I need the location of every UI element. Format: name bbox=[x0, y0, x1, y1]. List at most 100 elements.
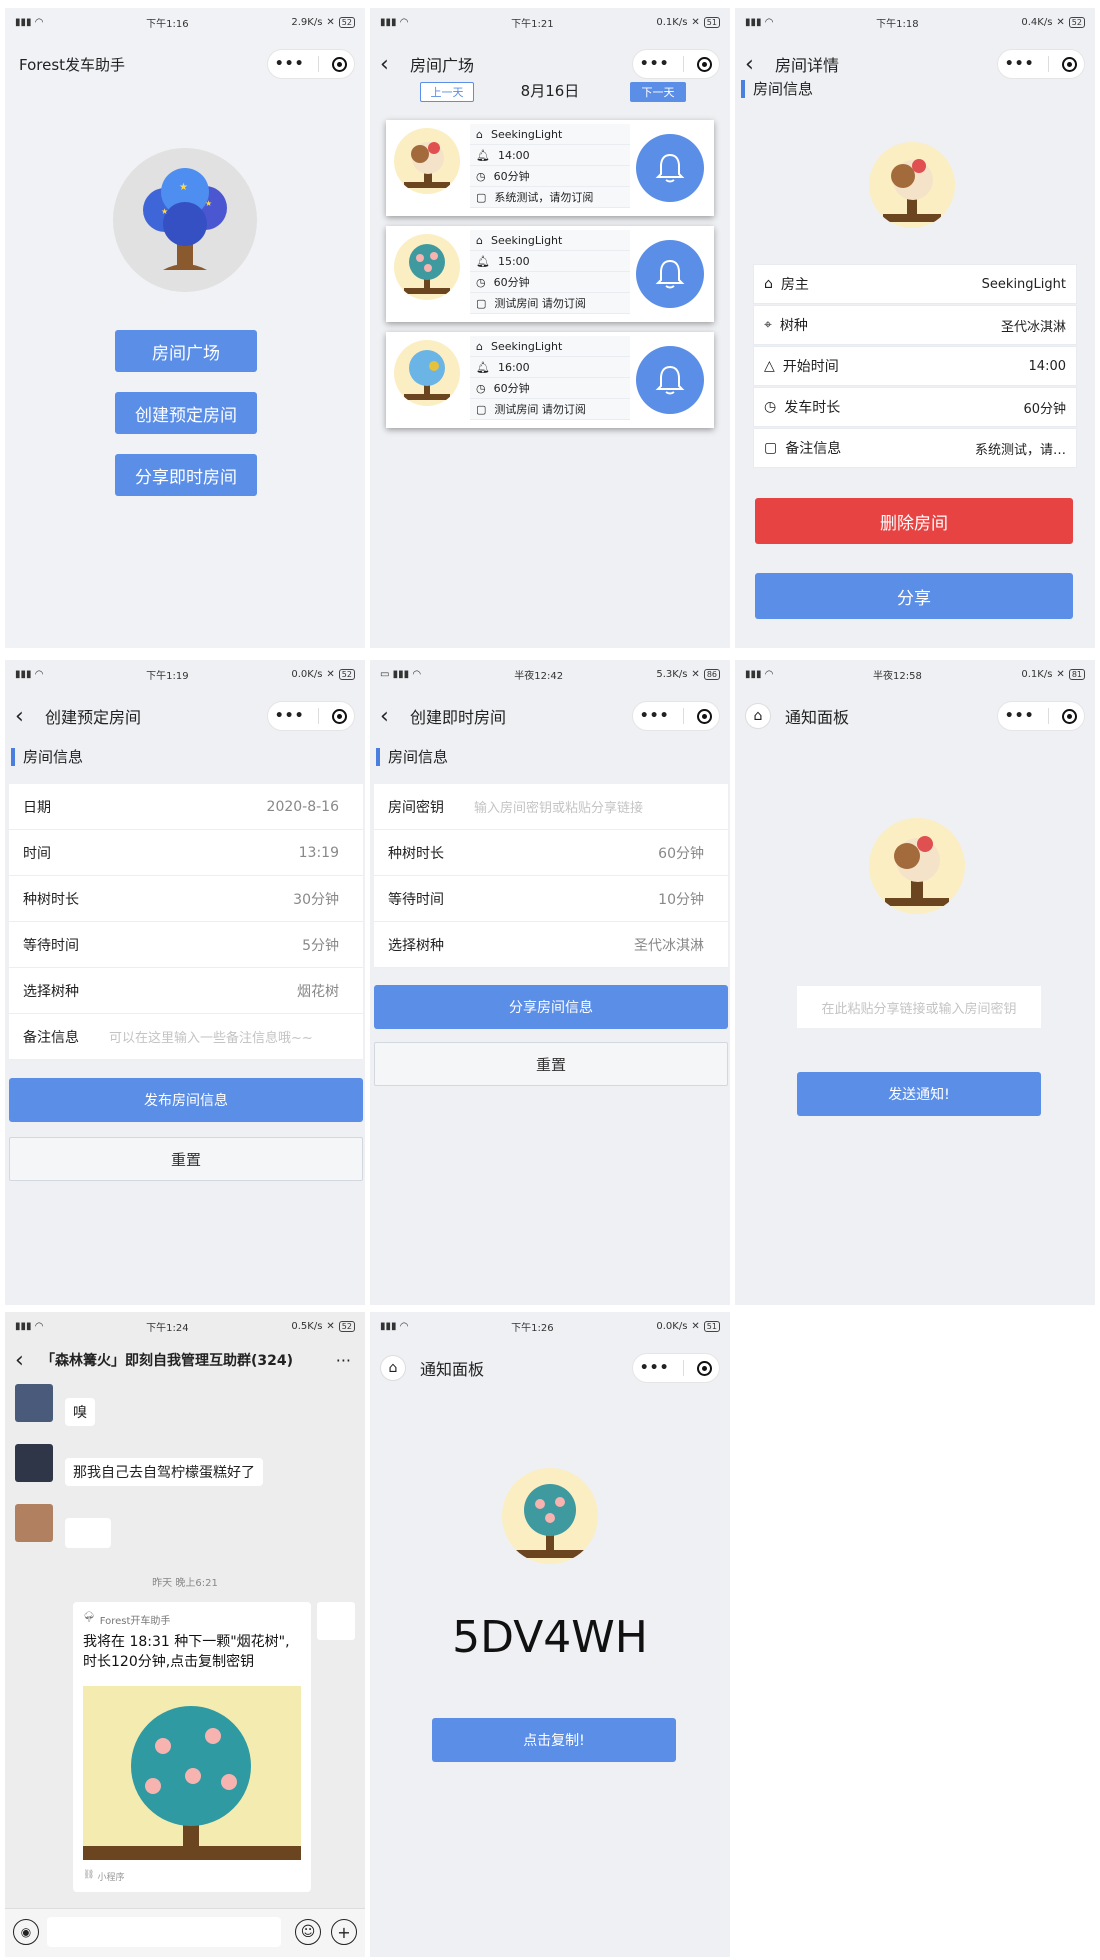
back-icon[interactable]: ‹ bbox=[380, 52, 404, 77]
more-icon[interactable]: ••• bbox=[275, 708, 305, 724]
capsule-menu[interactable]: ••• bbox=[267, 701, 355, 731]
share-button[interactable]: 分享 bbox=[755, 573, 1073, 619]
duration-picker[interactable]: 种树时长 60分钟 bbox=[374, 830, 728, 876]
home-icon[interactable]: ⌂ bbox=[745, 703, 771, 729]
subscribe-button[interactable] bbox=[636, 134, 704, 202]
section-title: 房间信息 bbox=[376, 748, 448, 766]
signal-icon: ▮▮▮ ◠ bbox=[15, 668, 44, 680]
detail-list: ⌂ 房主 SeekingLight ⌖ 树种 圣代冰淇淋 △ 开始时间 14:00 ◷ 发车时… bbox=[735, 264, 1095, 469]
capsule-menu[interactable]: ••• bbox=[997, 49, 1085, 79]
reset-button[interactable]: 重置 bbox=[374, 1042, 728, 1086]
room-card[interactable]: ⌂ SeekingLight 🔔︎ 16:00 ◷ 60分钟 ▢ 测试房间 请勿订阅 bbox=[386, 332, 714, 428]
room-owner-row: ⌂ SeekingLight bbox=[470, 230, 630, 251]
back-icon[interactable]: ‹ bbox=[15, 704, 39, 729]
create-scheduled-room-button[interactable]: 创建预定房间 bbox=[115, 392, 257, 434]
room-key-input[interactable]: 输入房间密钥或粘贴分享链接 bbox=[474, 797, 704, 816]
close-mini-icon[interactable] bbox=[697, 708, 713, 724]
detail-row-start: △ 开始时间 14:00 bbox=[753, 346, 1077, 386]
card-footer-label: 小程序 bbox=[97, 1873, 125, 1883]
panel-room-detail: ▮▮▮ ◠ 下午1:18 0.4K/s ✕ 52 ‹ 房间详情 ••• 房间信息… bbox=[735, 8, 1095, 648]
room-note: 系统测试，请勿订阅 bbox=[494, 191, 594, 204]
wait-time-picker[interactable]: 等待时间 10分钟 bbox=[374, 876, 728, 922]
close-mini-icon[interactable] bbox=[1062, 708, 1078, 724]
back-icon[interactable]: ‹ bbox=[380, 704, 404, 729]
close-mini-icon[interactable] bbox=[332, 708, 348, 724]
subscribe-button[interactable] bbox=[636, 240, 704, 308]
row-label: 开始时间 bbox=[782, 359, 839, 375]
wait-time-picker[interactable]: 等待时间 5分钟 bbox=[9, 922, 363, 968]
room-key-input[interactable]: 在此粘贴分享链接或输入房间密钥 bbox=[797, 986, 1041, 1028]
prev-day-button[interactable]: 上一天 bbox=[420, 82, 474, 102]
next-day-button[interactable]: 下一天 bbox=[630, 82, 686, 102]
send-notification-button[interactable]: 发送通知! bbox=[797, 1072, 1041, 1116]
message-input[interactable] bbox=[47, 1917, 281, 1947]
field-label: 等待时间 bbox=[23, 937, 79, 954]
nav-bar: ‹ 创建预定房间 ••• bbox=[5, 688, 365, 744]
status-bar: ▮▮▮ ◠ 下午1:19 0.0K/s ✕ 52 bbox=[5, 660, 365, 688]
more-icon[interactable]: ··· bbox=[336, 1351, 351, 1370]
back-icon[interactable]: ‹ bbox=[745, 52, 769, 77]
reset-button[interactable]: 重置 bbox=[9, 1137, 363, 1181]
home-icon: ⌂ bbox=[764, 276, 773, 292]
room-info: ⌂ SeekingLight 🔔︎ 16:00 ◷ 60分钟 ▢ 测试房间 请勿订阅 bbox=[470, 336, 630, 420]
tree-picker[interactable]: 选择树种 圣代冰淇淋 bbox=[374, 922, 728, 968]
room-card[interactable]: ⌂ SeekingLight 🔔︎ 14:00 ◷ 60分钟 ▢ 系统测试，请勿订阅 bbox=[386, 120, 714, 216]
delete-room-button[interactable]: 删除房间 bbox=[755, 498, 1073, 544]
note-field[interactable]: 备注信息 可以在这里输入一些备注信息哦~~ bbox=[9, 1014, 363, 1060]
more-icon[interactable]: ••• bbox=[640, 708, 670, 724]
note-input[interactable]: 可以在这里输入一些备注信息哦~~ bbox=[109, 1027, 339, 1046]
close-mini-icon[interactable] bbox=[332, 56, 348, 72]
subscribe-button[interactable] bbox=[636, 346, 704, 414]
plus-icon[interactable]: + bbox=[331, 1919, 357, 1945]
room-owner-row: ⌂ SeekingLight bbox=[470, 336, 630, 357]
room-info: ⌂ SeekingLight 🔔︎ 14:00 ◷ 60分钟 ▢ 系统测试，请勿订阅 bbox=[470, 124, 630, 208]
more-icon[interactable]: ••• bbox=[640, 1360, 670, 1376]
date-picker[interactable]: 日期 2020-8-16 bbox=[9, 784, 363, 830]
status-bar: ▮▮▮ ◠ 下午1:18 0.4K/s ✕ 52 bbox=[735, 8, 1095, 36]
card-text: 我将在 18:31 种下一颗"烟花树",时长120分钟,点击复制密钥 bbox=[83, 1634, 290, 1670]
more-icon[interactable]: ••• bbox=[640, 56, 670, 72]
room-card[interactable]: ⌂ SeekingLight 🔔︎ 15:00 ◷ 60分钟 ▢ 测试房间 请勿订阅 bbox=[386, 226, 714, 322]
close-mini-icon[interactable] bbox=[1062, 56, 1078, 72]
room-note: 测试房间 请勿订阅 bbox=[494, 403, 586, 416]
tag-icon: ⌖ bbox=[764, 317, 772, 333]
room-owner: SeekingLight bbox=[490, 127, 563, 141]
duration-picker[interactable]: 种树时长 30分钟 bbox=[9, 876, 363, 922]
close-mini-icon[interactable] bbox=[697, 56, 713, 72]
share-room-info-button[interactable]: 分享房间信息 bbox=[374, 985, 728, 1029]
more-icon[interactable]: ••• bbox=[1005, 56, 1035, 72]
back-icon[interactable]: ‹ bbox=[15, 1348, 39, 1373]
battery-icon: 86 bbox=[703, 668, 720, 680]
capsule-menu[interactable]: ••• bbox=[632, 701, 720, 731]
capsule-menu[interactable]: ••• bbox=[267, 49, 355, 79]
more-icon[interactable]: ••• bbox=[1005, 708, 1035, 724]
voice-icon[interactable]: ◉ bbox=[13, 1919, 39, 1945]
more-icon[interactable]: ••• bbox=[275, 56, 305, 72]
capsule-menu[interactable]: ••• bbox=[632, 1353, 720, 1383]
room-key-field[interactable]: 房间密钥 输入房间密钥或粘贴分享链接 bbox=[374, 784, 728, 830]
tree-picker[interactable]: 选择树种 烟花树 bbox=[9, 968, 363, 1014]
room-note-row: ▢ 系统测试，请勿订阅 bbox=[470, 187, 630, 208]
room-duration-row: ◷ 60分钟 bbox=[470, 272, 630, 293]
field-label: 种树时长 bbox=[388, 845, 444, 862]
detail-row-duration: ◷ 发车时长 60分钟 bbox=[753, 387, 1077, 427]
capsule-menu[interactable]: ••• bbox=[632, 49, 720, 79]
room-time: 14:00 bbox=[497, 148, 530, 162]
close-mini-icon[interactable] bbox=[697, 1360, 713, 1376]
signal-icon: ▮▮▮ ◠ bbox=[15, 16, 44, 28]
field-value: 烟花树 bbox=[297, 983, 339, 1000]
copy-button[interactable]: 点击复制! bbox=[432, 1718, 676, 1762]
share-instant-room-button[interactable]: 分享即时房间 bbox=[115, 454, 257, 496]
mini-program-card[interactable]: 🌳︎ Forest开车助手 我将在 18:31 种下一颗"烟花树",时长120分钟… bbox=[73, 1602, 311, 1892]
room-duration-row: ◷ 60分钟 bbox=[470, 166, 630, 187]
time-picker[interactable]: 时间 13:19 bbox=[9, 830, 363, 876]
room-plaza-button[interactable]: 房间广场 bbox=[115, 330, 257, 372]
status-speed: 0.1K/s bbox=[656, 16, 688, 28]
avatar bbox=[317, 1602, 355, 1640]
publish-room-button[interactable]: 发布房间信息 bbox=[9, 1078, 363, 1122]
capsule-menu[interactable]: ••• bbox=[997, 701, 1085, 731]
emoji-icon[interactable]: ☺ bbox=[295, 1919, 321, 1945]
home-icon[interactable]: ⌂ bbox=[380, 1355, 406, 1381]
page-title: 房间详情 bbox=[775, 56, 840, 75]
page-title: 创建预定房间 bbox=[45, 708, 142, 727]
